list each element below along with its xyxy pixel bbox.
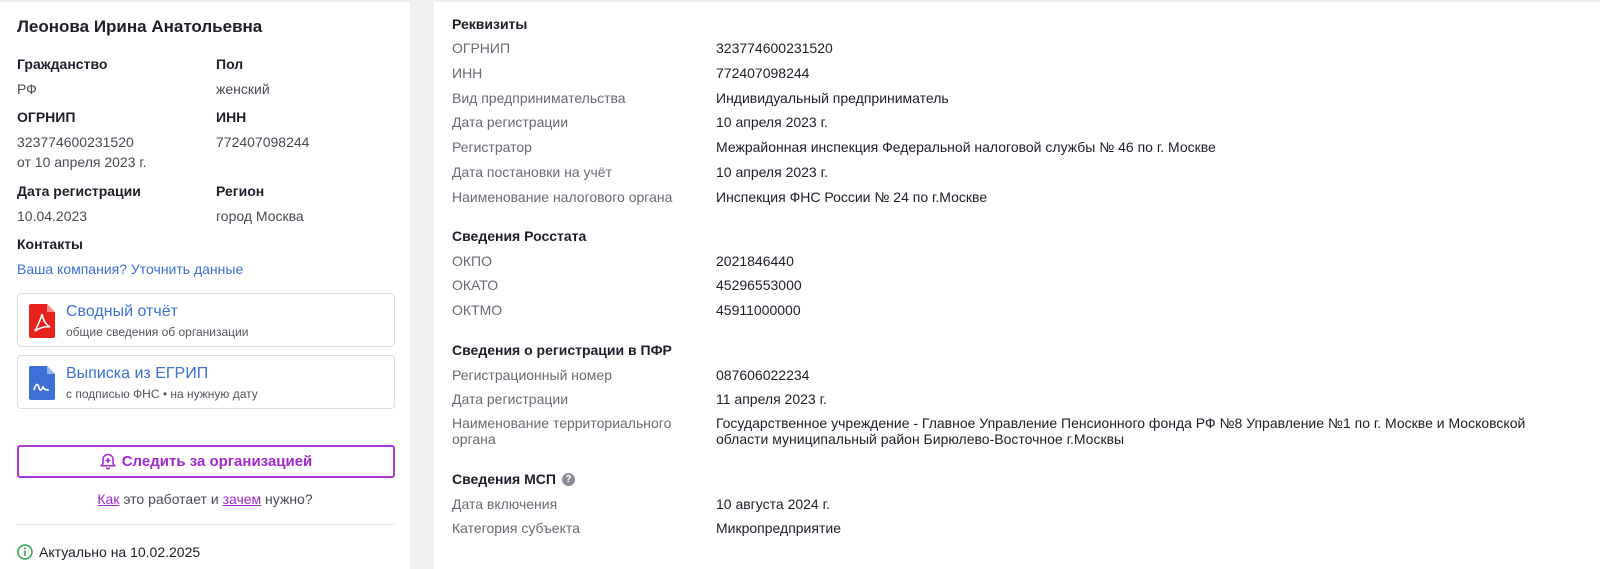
row-label: Регистрационный номер [452,367,612,383]
actual-date-row: Актуально на 10.02.2025 [17,544,200,560]
row-value: области муниципальный район Бирюлево-Вос… [716,431,1125,447]
row-value: Инспекция ФНС России № 24 по г.Москве [716,189,988,205]
row-label: Категория субъекта [452,520,580,536]
inn-value: 772407098244 [216,134,310,150]
reg-date-value: 10.04.2023 [17,208,88,224]
row-label: ОГРНИП [452,40,511,56]
follow-organization-button[interactable]: Следить за организацией [17,445,395,478]
row-value: 10 августа 2024 г. [716,496,830,512]
reg-date-label: Дата регистрации [17,183,141,199]
region-label: Регион [216,183,265,199]
egrip-extract-card[interactable]: Выписка из ЕГРИП с подписью ФНС • на нуж… [17,355,395,409]
bell-plus-icon [99,453,116,470]
row-label: Наименование территориального [452,415,672,431]
row-value: Государственное учреждение - Главное Упр… [716,415,1526,431]
ogrnip-value: 323774600231520 [17,134,134,150]
row-value: 10 апреля 2023 г. [716,114,828,130]
how-text-2: нужно? [261,491,313,507]
row-value: 772407098244 [716,65,810,81]
help-icon[interactable]: ? [561,472,575,486]
actual-date-text: Актуально на 10.02.2025 [39,544,201,560]
company-summary-panel: Леонова Ирина Анатольевна Гражданство РФ… [0,2,410,569]
row-value: 10 апреля 2023 г. [716,164,828,180]
summary-report-subtitle: общие сведения об организации [66,325,249,339]
why-link[interactable]: зачем [223,491,262,507]
row-value: 087606022234 [716,367,810,383]
how-it-works-text: Как это работает и зачем нужно? [0,491,410,507]
row-value: 2021846440 [716,253,794,269]
section-title-rosstat: Сведения Росстата [452,228,587,244]
region-value: город Москва [216,208,304,224]
row-label: органа [452,431,496,447]
section-title-pfr: Сведения о регистрации в ПФР [452,342,672,358]
row-label: Дата регистрации [452,114,569,130]
row-value: Индивидуальный предприниматель [716,90,949,106]
row-label: ОКПО [452,253,492,269]
follow-organization-label: Следить за организацией [121,453,313,470]
row-value: Межрайонная инспекция Федеральной налого… [716,139,1216,155]
row-label: ОКТМО [452,302,503,318]
row-label: ОКАТО [452,277,499,293]
pdf-icon [29,304,55,338]
section-title-requisites: Реквизиты [452,16,528,32]
row-value: 45911000000 [716,302,801,318]
egrip-extract-title: Выписка из ЕГРИП [66,365,209,382]
row-label: Дата включения [452,496,558,512]
requisites-panel: Реквизиты ОГРНИП 323774600231520 ИНН 772… [434,2,1600,569]
gender-value: женский [216,81,270,97]
how-text-1: это работает и [119,491,223,507]
summary-report-title: Сводный отчёт [66,303,178,320]
egrip-extract-subtitle: с подписью ФНС • на нужную дату [66,387,258,401]
row-label: Дата постановки на учёт [452,164,612,180]
info-icon [17,544,33,560]
row-label: Вид предпринимательства [452,90,626,106]
divider [17,524,395,525]
person-name: Леонова Ирина Анатольевна [17,17,263,36]
row-label: ИНН [452,65,483,81]
citizenship-value: РФ [17,81,37,97]
row-value: Микропредприятие [716,520,841,536]
row-label: Дата регистрации [452,391,569,407]
row-value: 11 апреля 2023 г. [716,391,827,407]
row-label: Наименование налогового органа [452,189,673,205]
section-title-msp-label: Сведения МСП [452,471,556,487]
row-value: 45296553000 [716,277,802,293]
contacts-label: Контакты [17,236,84,252]
inn-label: ИНН [216,109,247,125]
how-link[interactable]: Как [97,491,119,507]
row-label: Регистратор [452,139,532,155]
ogrnip-date: от 10 апреля 2023 г. [17,154,147,170]
ogrnip-label: ОГРНИП [17,109,76,125]
document-signature-icon [29,366,55,400]
row-value: 323774600231520 [716,40,833,56]
citizenship-label: Гражданство [17,56,108,72]
gender-label: Пол [216,56,244,72]
summary-report-card[interactable]: Сводный отчёт общие сведения об организа… [17,293,395,347]
clarify-data-link[interactable]: Ваша компания? Уточнить данные [17,261,243,277]
section-title-msp: Сведения МСП ? [452,471,575,487]
